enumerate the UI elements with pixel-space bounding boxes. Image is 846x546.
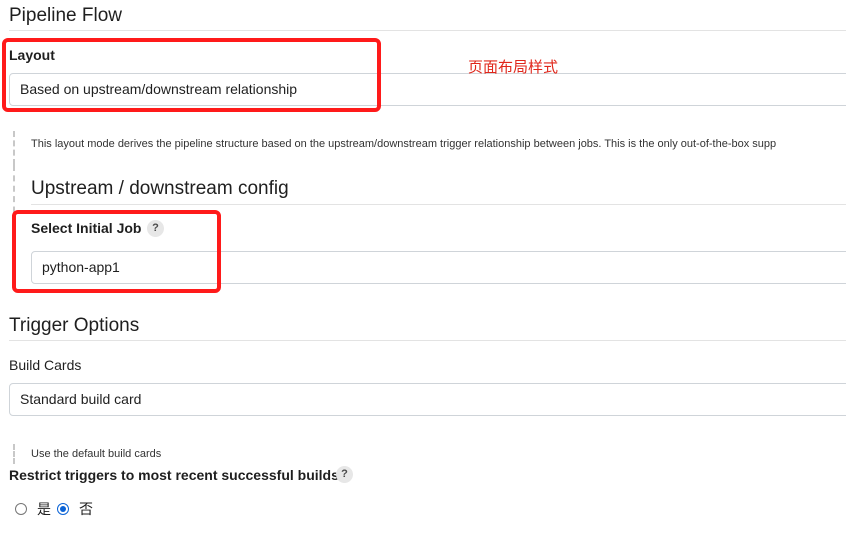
restrict-triggers-help-icon[interactable]: ? — [336, 466, 353, 483]
subsection-divider — [31, 204, 846, 205]
layout-label: Layout — [9, 47, 55, 63]
section-title-pipeline-flow: Pipeline Flow — [9, 5, 122, 26]
radio-yes-label: 是 — [37, 502, 51, 518]
layout-annotation: 页面布局样式 — [468, 59, 559, 76]
restrict-triggers-label: Restrict triggers to most recent success… — [9, 467, 339, 483]
radio-yes[interactable] — [15, 503, 27, 515]
section-title-trigger-options: Trigger Options — [9, 315, 140, 336]
subsection-rule — [13, 165, 15, 285]
layout-select[interactable]: Based on upstream/downstream relationshi… — [9, 73, 846, 106]
build-cards-label: Build Cards — [9, 357, 82, 373]
initial-job-select[interactable]: python-app1 — [31, 251, 846, 284]
description-rule — [13, 131, 15, 165]
initial-job-label: Select Initial Job — [31, 220, 142, 236]
initial-job-help-icon[interactable]: ? — [147, 220, 164, 237]
radio-no-label: 否 — [79, 502, 93, 518]
layout-description: This layout mode derives the pipeline st… — [31, 138, 777, 150]
pipeline-config-page: Pipeline Flow Layout Based on upstream/d… — [0, 0, 846, 546]
build-cards-select[interactable]: Standard build card — [9, 383, 846, 416]
section-title-upstream-downstream: Upstream / downstream config — [31, 178, 289, 199]
description-rule — [13, 444, 15, 464]
radio-no[interactable] — [57, 503, 69, 515]
build-cards-description: Use the default build cards — [31, 448, 162, 460]
section-divider — [9, 340, 846, 341]
section-divider — [9, 30, 846, 31]
